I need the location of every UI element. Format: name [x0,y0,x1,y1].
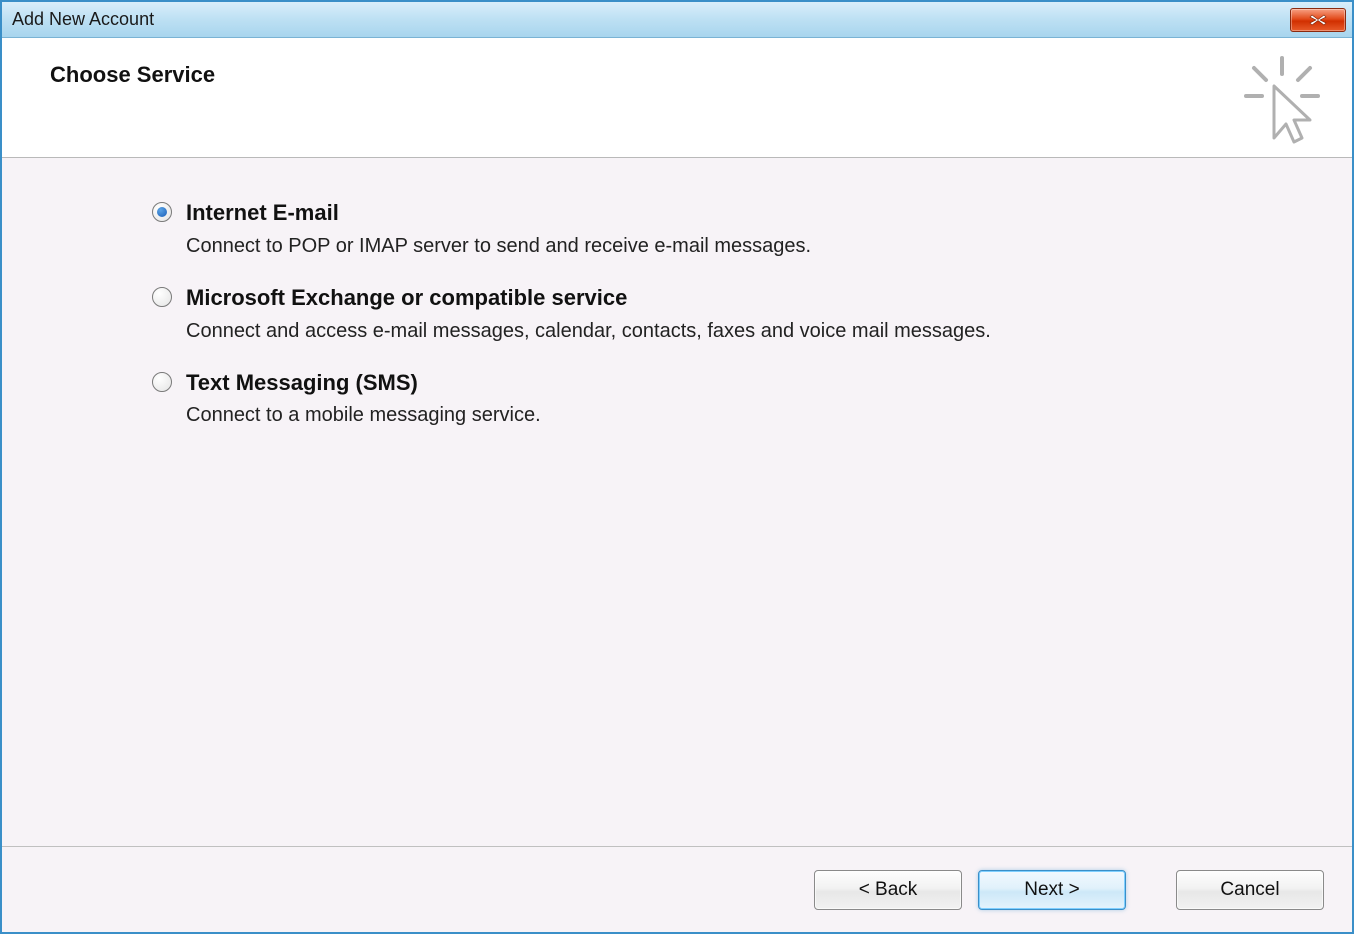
add-account-dialog: Add New Account Choose Service [0,0,1354,934]
option-description: Connect and access e-mail messages, cale… [186,316,991,346]
radio-sms[interactable] [152,372,172,392]
option-text: Internet E-mail Connect to POP or IMAP s… [186,198,811,261]
wizard-body: Internet E-mail Connect to POP or IMAP s… [2,158,1352,846]
option-internet-email[interactable]: Internet E-mail Connect to POP or IMAP s… [152,198,1292,261]
option-text: Microsoft Exchange or compatible service… [186,283,991,346]
radio-internet-email[interactable] [152,202,172,222]
close-icon [1309,14,1327,26]
cancel-button[interactable]: Cancel [1176,870,1324,910]
option-sms[interactable]: Text Messaging (SMS) Connect to a mobile… [152,368,1292,431]
option-title: Microsoft Exchange or compatible service [186,283,991,314]
wizard-footer: < Back Next > Cancel [2,846,1352,932]
option-title: Text Messaging (SMS) [186,368,541,399]
next-button[interactable]: Next > [978,870,1126,910]
option-description: Connect to POP or IMAP server to send an… [186,231,811,261]
option-exchange[interactable]: Microsoft Exchange or compatible service… [152,283,1292,346]
next-button-label: Next > [1024,879,1079,901]
titlebar[interactable]: Add New Account [2,2,1352,38]
cancel-button-label: Cancel [1220,879,1279,901]
option-description: Connect to a mobile messaging service. [186,400,541,430]
option-title: Internet E-mail [186,198,811,229]
wizard-header: Choose Service [2,38,1352,158]
page-heading: Choose Service [50,62,215,88]
radio-exchange[interactable] [152,287,172,307]
window-title: Add New Account [12,9,1290,30]
close-button[interactable] [1290,8,1346,32]
back-button-label: < Back [859,879,918,901]
option-text: Text Messaging (SMS) Connect to a mobile… [186,368,541,431]
back-button[interactable]: < Back [814,870,962,910]
cursor-click-icon [1240,56,1324,151]
